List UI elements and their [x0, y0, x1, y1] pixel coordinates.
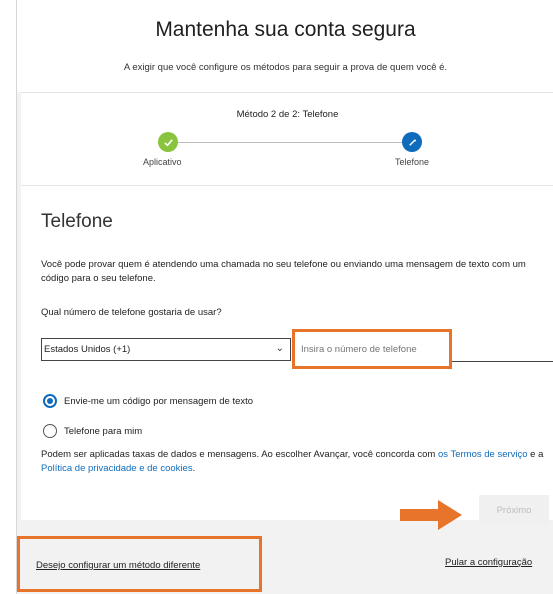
section-description: Você pode provar quem é atendendo uma ch… [41, 259, 526, 284]
terms-text: e a [527, 449, 544, 460]
phone-question: Qual número de telefone gostaria de usar… [41, 307, 222, 318]
next-button[interactable]: Próximo [479, 495, 549, 525]
progress-steps: Método 2 de 2: Telefone Aplicativo Telef… [21, 93, 553, 179]
page-subtitle: A exigir que você configure os métodos p… [123, 62, 448, 73]
option-call-me[interactable]: Telefone para mim [43, 424, 142, 438]
option-text-message[interactable]: Envie-me um código por mensagem de texto [43, 394, 253, 408]
phone-number-input[interactable] [301, 342, 446, 356]
auth-window: Mantenha sua conta segura A exigir que v… [16, 0, 553, 594]
skip-setup-link[interactable]: Pular a configuração [445, 557, 532, 568]
terms-of-service-link[interactable]: os Termos de serviço [438, 449, 528, 460]
progress-line [173, 142, 413, 143]
option-label: Telefone para mim [64, 425, 143, 437]
method-label: Método 2 de 2: Telefone [236, 109, 339, 120]
chevron-down-icon: ⌄ [275, 343, 284, 354]
arrow-right-icon [400, 500, 462, 530]
section-title: Telefone [41, 211, 113, 232]
step-label-phone: Telefone [395, 157, 430, 167]
different-method-link[interactable]: Desejo configurar um método diferente [36, 560, 200, 571]
radio-unchecked-icon[interactable] [43, 424, 57, 438]
privacy-policy-link[interactable]: Política de privacidade e de cookies [41, 463, 193, 474]
radio-checked-icon[interactable] [43, 394, 57, 408]
check-icon [158, 132, 178, 152]
setup-card: Método 2 de 2: Telefone Aplicativo Telef… [21, 92, 553, 530]
header: Mantenha sua conta segura A exigir que v… [17, 0, 553, 92]
divider [21, 185, 553, 186]
phone-highlight-box [292, 329, 452, 369]
step-label-app: Aplicativo [143, 157, 182, 167]
page-title: Mantenha sua conta segura [155, 18, 416, 41]
terms-text: . [192, 463, 196, 474]
terms-text: Podem ser aplicadas taxas de dados e men… [41, 449, 438, 460]
country-code-select[interactable]: Estados Unidos (+1) ⌄ [41, 338, 291, 361]
pencil-icon [402, 132, 422, 152]
different-method-highlight: Desejo configurar um método diferente [17, 536, 262, 592]
terms-notice: Podem ser aplicadas taxas de dados e men… [41, 448, 546, 476]
country-code-value: Estados Unidos (+1) [44, 344, 131, 355]
option-label: Envie-me um código por mensagem de texto [64, 395, 254, 407]
phone-input-underline [452, 361, 553, 362]
